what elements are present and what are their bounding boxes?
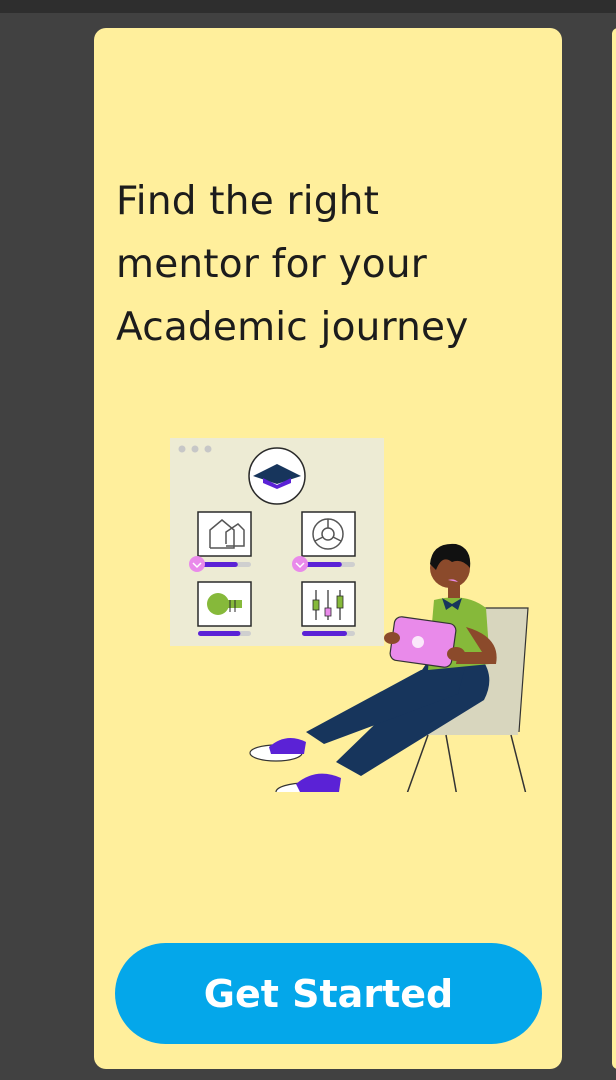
headline: Find the right mentor for your Academic …: [116, 170, 536, 359]
progress-bar-4: [302, 631, 355, 636]
pie-chart-icon: [301, 511, 356, 557]
next-card-peek: [612, 28, 616, 1069]
mentor-illustration: [170, 438, 529, 792]
toggle-icon: [197, 581, 252, 627]
headline-line-1: Find the right: [116, 179, 380, 224]
onboarding-card: Find the right mentor for your Academic …: [94, 28, 562, 1069]
equalizer-icon: [301, 581, 356, 627]
headline-line-2: mentor for your: [116, 242, 428, 287]
graduation-cap-icon: [248, 447, 306, 505]
headline-line-3: Academic journey: [116, 305, 469, 350]
house-icon: [197, 511, 252, 557]
progress-bar-3: [198, 631, 251, 636]
status-bar: [0, 0, 616, 13]
get-started-button[interactable]: Get Started: [115, 943, 542, 1044]
